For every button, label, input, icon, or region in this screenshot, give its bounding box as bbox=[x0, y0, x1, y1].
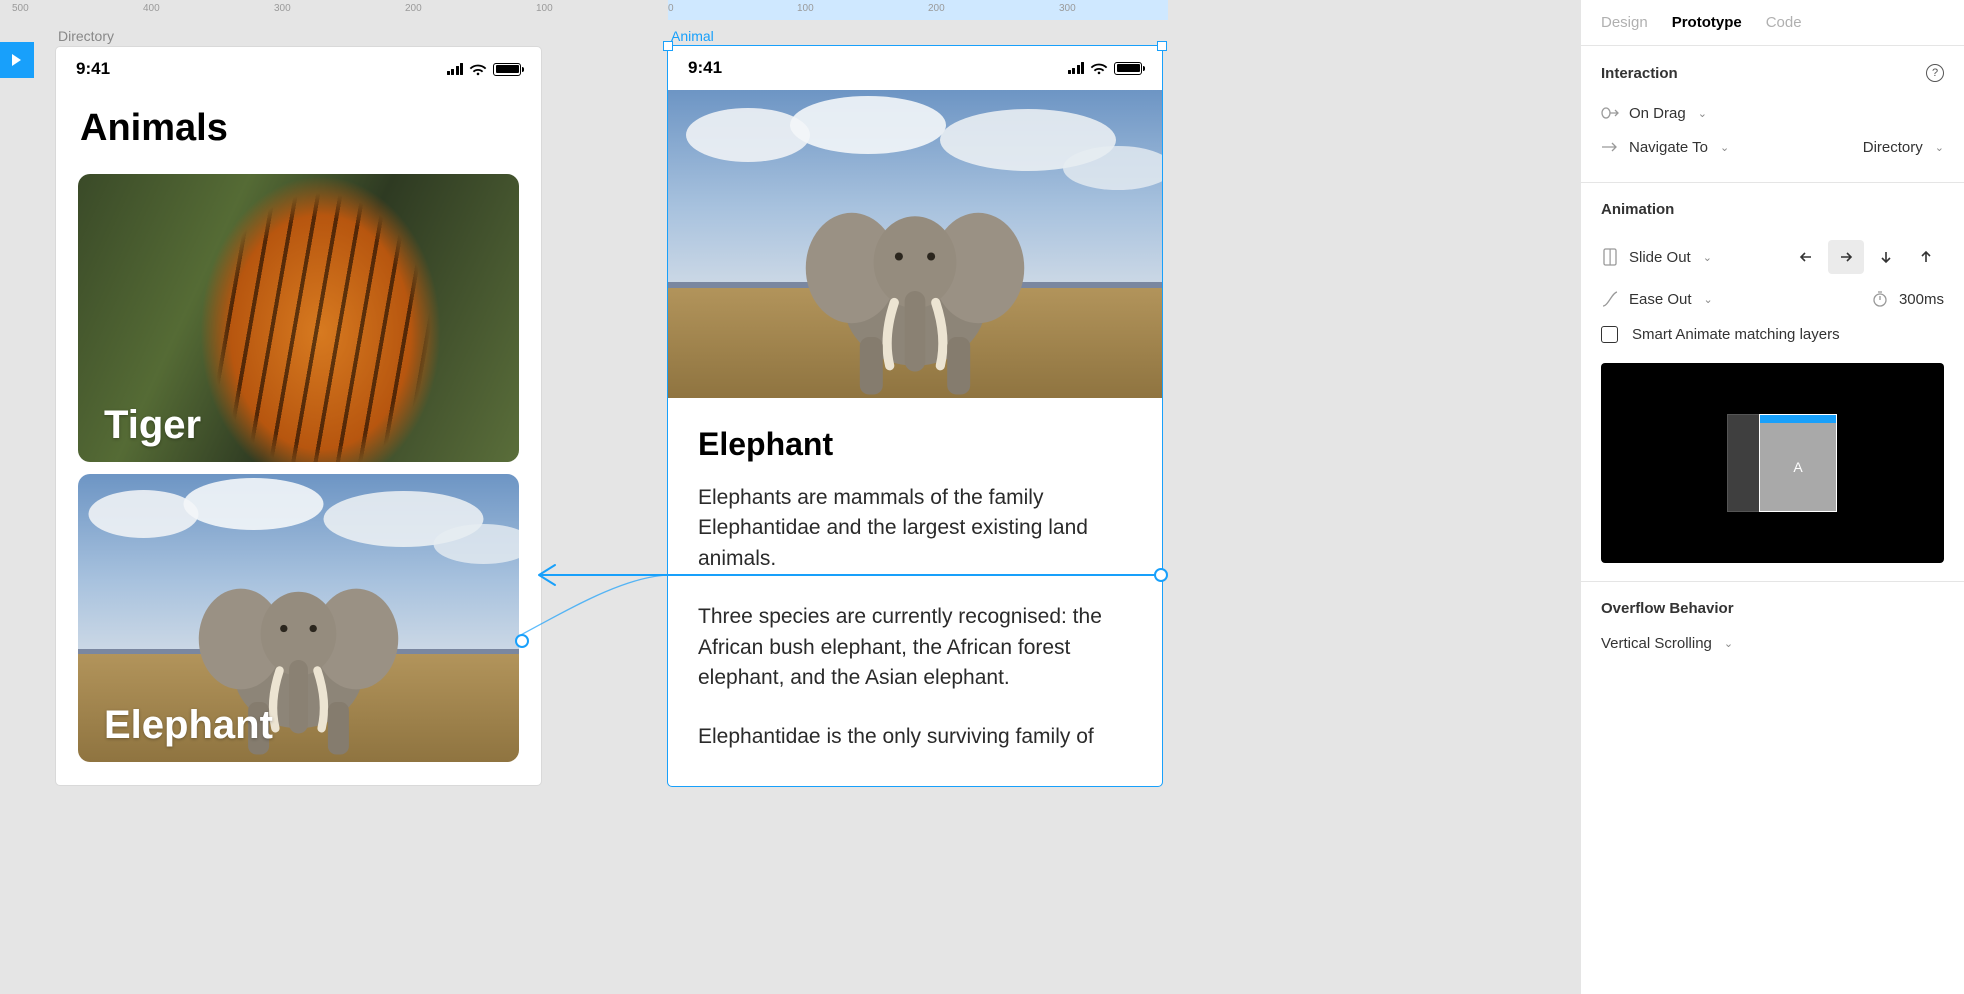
cellular-icon bbox=[1068, 62, 1085, 74]
ruler-tick: 100 bbox=[797, 3, 814, 14]
horizontal-ruler: 500 400 300 200 100 0 100 200 300 bbox=[0, 0, 1580, 20]
chevron-down-icon: ⌄ bbox=[1720, 141, 1729, 154]
direction-down-button[interactable] bbox=[1868, 240, 1904, 274]
card-elephant[interactable]: Elephant bbox=[78, 474, 519, 762]
selection-handle-ne[interactable] bbox=[1157, 41, 1167, 51]
status-time: 9:41 bbox=[76, 59, 110, 79]
section-overflow: Overflow Behavior Vertical Scrolling ⌄ bbox=[1581, 582, 1964, 678]
ruler-tick: 300 bbox=[274, 3, 291, 14]
overflow-value-row[interactable]: Vertical Scrolling ⌄ bbox=[1601, 627, 1944, 660]
section-animation: Animation Slide Out ⌄ Ease Out ⌄ bbox=[1581, 183, 1964, 582]
detail-paragraph: Elephantidae is the only surviving famil… bbox=[698, 722, 1132, 752]
battery-icon bbox=[1114, 62, 1142, 75]
battery-icon bbox=[493, 63, 521, 76]
preview-front-frame: A bbox=[1759, 414, 1837, 512]
chevron-down-icon: ⌄ bbox=[1704, 293, 1713, 306]
animation-easing-row[interactable]: Ease Out ⌄ 300ms bbox=[1601, 282, 1944, 316]
frame-label-animal[interactable]: Animal bbox=[671, 28, 714, 44]
section-title: Overflow Behavior bbox=[1601, 600, 1734, 617]
wifi-icon bbox=[1090, 62, 1108, 75]
detail-paragraph: Elephants are mammals of the family Elep… bbox=[698, 483, 1132, 574]
ruler-tick: 0 bbox=[668, 3, 674, 14]
chevron-down-icon: ⌄ bbox=[1698, 107, 1707, 120]
ruler-tick: 200 bbox=[928, 3, 945, 14]
elephant-hero-image bbox=[668, 90, 1162, 398]
connection-handle-source[interactable] bbox=[1154, 568, 1168, 582]
page-title: Animals bbox=[56, 91, 541, 162]
easing-label: Ease Out bbox=[1629, 291, 1692, 308]
direction-left-button[interactable] bbox=[1788, 240, 1824, 274]
frame-label-directory[interactable]: Directory bbox=[58, 28, 114, 44]
tab-code[interactable]: Code bbox=[1766, 14, 1802, 31]
card-title: Elephant bbox=[104, 703, 273, 748]
ruler-tick: 300 bbox=[1059, 3, 1076, 14]
easing-icon bbox=[1601, 290, 1619, 308]
direction-right-button[interactable] bbox=[1828, 240, 1864, 274]
wifi-icon bbox=[469, 63, 487, 76]
frame-directory[interactable]: 9:41 Animals Tiger bbox=[56, 47, 541, 785]
selection-handle-nw[interactable] bbox=[663, 41, 673, 51]
drag-icon bbox=[1601, 104, 1619, 122]
ruler-tick: 200 bbox=[405, 3, 422, 14]
interaction-action-row[interactable]: Navigate To ⌄ Directory ⌄ bbox=[1601, 130, 1944, 164]
smart-animate-checkbox[interactable] bbox=[1601, 326, 1618, 343]
panel-tabs: Design Prototype Code bbox=[1581, 0, 1964, 46]
detail-paragraph: Three species are currently recognised: … bbox=[698, 602, 1132, 693]
timer-icon bbox=[1871, 290, 1889, 308]
overflow-value: Vertical Scrolling bbox=[1601, 635, 1712, 652]
animation-type-label: Slide Out bbox=[1629, 249, 1691, 266]
ruler-tick: 100 bbox=[536, 3, 553, 14]
status-bar: 9:41 bbox=[56, 47, 541, 91]
action-target[interactable]: Directory bbox=[1863, 139, 1923, 156]
ruler-tick: 500 bbox=[12, 3, 29, 14]
section-title: Animation bbox=[1601, 201, 1674, 218]
connection-handle-target[interactable] bbox=[515, 634, 529, 648]
detail-title: Elephant bbox=[668, 398, 1162, 469]
slide-icon bbox=[1601, 248, 1619, 266]
action-label: Navigate To bbox=[1629, 139, 1708, 156]
inspector-panel: Design Prototype Code Interaction ? On D… bbox=[1580, 0, 1964, 994]
section-title: Interaction bbox=[1601, 65, 1678, 82]
canvas[interactable]: Directory 9:41 Animals Tiger bbox=[0, 20, 1580, 994]
duration-value[interactable]: 300ms bbox=[1899, 291, 1944, 308]
animation-preview[interactable]: A bbox=[1601, 363, 1944, 563]
cellular-icon bbox=[447, 63, 464, 75]
card-tiger[interactable]: Tiger bbox=[78, 174, 519, 462]
frame-animal[interactable]: 9:41 bbox=[668, 46, 1162, 786]
smart-animate-label: Smart Animate matching layers bbox=[1632, 326, 1840, 343]
tab-design[interactable]: Design bbox=[1601, 14, 1648, 31]
status-bar: 9:41 bbox=[668, 46, 1162, 90]
trigger-label: On Drag bbox=[1629, 105, 1686, 122]
direction-up-button[interactable] bbox=[1908, 240, 1944, 274]
tab-prototype[interactable]: Prototype bbox=[1672, 14, 1742, 31]
smart-animate-row[interactable]: Smart Animate matching layers bbox=[1601, 316, 1944, 347]
section-interaction: Interaction ? On Drag ⌄ Navigate To ⌄ Di… bbox=[1581, 46, 1964, 183]
arrow-right-icon bbox=[1601, 138, 1619, 156]
chevron-down-icon: ⌄ bbox=[1935, 141, 1944, 154]
help-icon[interactable]: ? bbox=[1926, 64, 1944, 82]
interaction-trigger-row[interactable]: On Drag ⌄ bbox=[1601, 96, 1944, 130]
detail-hero bbox=[668, 90, 1162, 398]
ruler-tick: 400 bbox=[143, 3, 160, 14]
card-title: Tiger bbox=[104, 403, 201, 448]
detail-body: Elephants are mammals of the family Elep… bbox=[668, 469, 1162, 794]
animation-type-row[interactable]: Slide Out ⌄ bbox=[1601, 232, 1944, 282]
status-time: 9:41 bbox=[688, 58, 722, 78]
chevron-down-icon: ⌄ bbox=[1724, 637, 1733, 650]
preview-letter: A bbox=[1760, 423, 1836, 511]
chevron-down-icon: ⌄ bbox=[1703, 251, 1712, 264]
